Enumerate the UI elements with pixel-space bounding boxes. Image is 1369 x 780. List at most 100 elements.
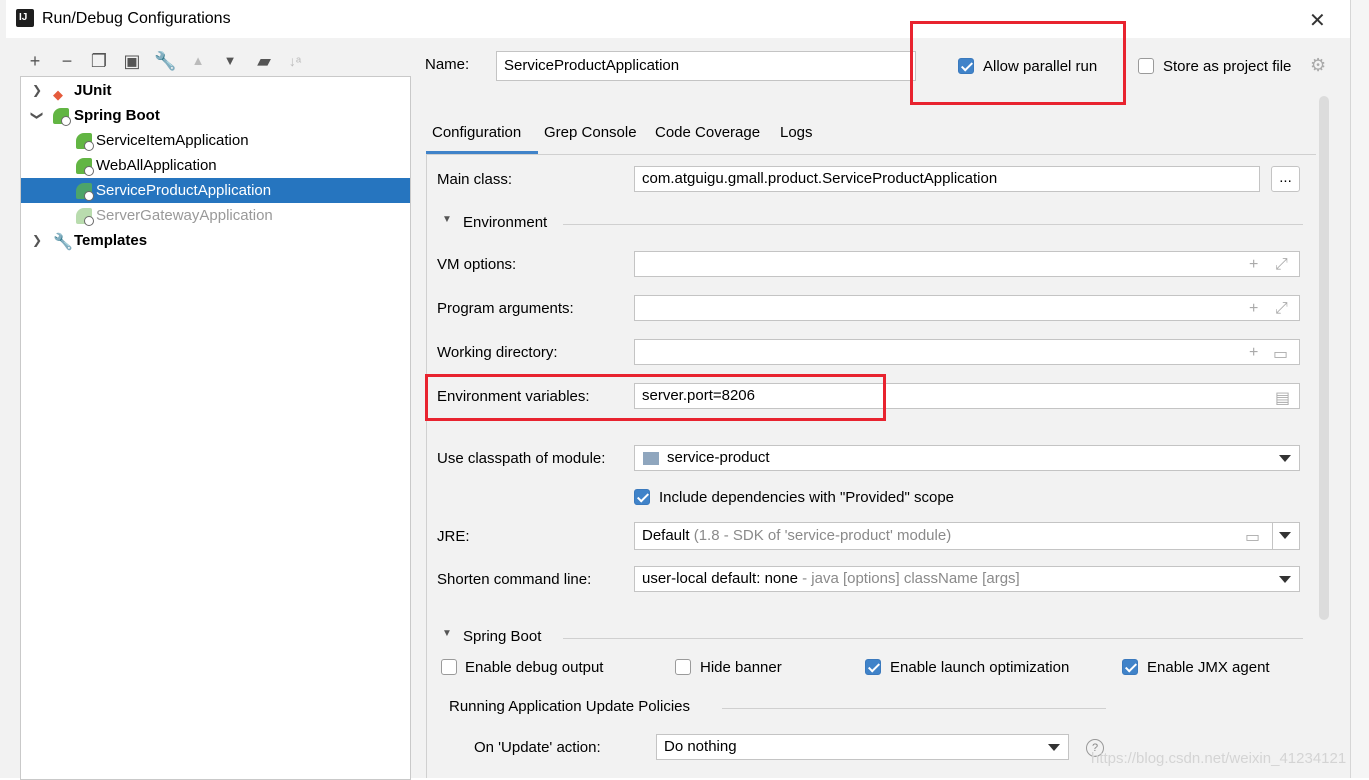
tab-configuration[interactable]: Configuration — [432, 124, 521, 141]
tree-item-label: Templates — [74, 232, 148, 249]
chevron-right-icon[interactable]: ❯ — [31, 78, 43, 103]
junit-icon: ◆ — [53, 87, 63, 102]
edit-list-icon[interactable]: ▤ — [1275, 388, 1290, 408]
on-update-value: Do nothing — [664, 738, 737, 755]
remove-icon[interactable]: − — [56, 50, 78, 72]
tree-item-service-product[interactable]: ServiceProductApplication — [21, 178, 410, 203]
store-project-label: Store as project file — [1163, 58, 1292, 75]
chevron-down-icon[interactable]: ❯ — [25, 110, 50, 122]
classpath-module-value: service-product — [667, 449, 770, 466]
browse-button[interactable]: ... — [1271, 166, 1300, 192]
spring-boot-icon — [76, 158, 94, 176]
jre-select[interactable]: Default (1.8 - SDK of 'service-product' … — [634, 522, 1300, 550]
store-project-checkbox[interactable] — [1138, 58, 1154, 74]
chevron-right-icon[interactable]: ❯ — [31, 228, 43, 253]
run-debug-dialog: IJ Run/Debug Configurations ✕ + − ❐ ▣ 🔧 … — [6, 0, 1350, 780]
tree-item-service-item[interactable]: ServiceItemApplication — [21, 128, 410, 153]
save-icon[interactable]: ▣ — [121, 50, 143, 72]
on-update-label: On 'Update' action: — [474, 739, 601, 756]
classpath-module-select[interactable]: service-product — [634, 445, 1300, 471]
spring-boot-icon — [53, 108, 71, 126]
plus-icon[interactable]: + — [1249, 300, 1258, 318]
tree-item-web-all[interactable]: WebAllApplication — [21, 153, 410, 178]
add-icon[interactable]: + — [24, 50, 46, 72]
expand-icon[interactable]: ⤢ — [1275, 300, 1288, 318]
chevron-down-icon[interactable] — [1279, 455, 1291, 462]
tab-grep-console[interactable]: Grep Console — [544, 124, 637, 141]
tree-item-templates[interactable]: ❯ 🔧 Templates — [21, 228, 410, 253]
launch-optimization-label: Enable launch optimization — [890, 659, 1070, 676]
debug-output-checkbox[interactable] — [441, 659, 457, 675]
section-divider — [563, 224, 1303, 225]
tree-item-label: WebAllApplication — [96, 157, 217, 174]
scrollbar[interactable] — [1319, 96, 1329, 620]
program-arguments-label: Program arguments: — [437, 300, 574, 317]
tree-item-server-gateway[interactable]: ServerGatewayApplication — [21, 203, 410, 228]
expand-icon[interactable]: ⤢ — [1275, 256, 1288, 274]
environment-section-title: Environment — [463, 214, 548, 231]
tab-code-coverage[interactable]: Code Coverage — [655, 124, 760, 141]
copy-icon[interactable]: ❐ — [88, 50, 110, 72]
spring-boot-icon — [76, 208, 94, 226]
main-class-value: com.atguigu.gmall.product.ServiceProduct… — [642, 170, 998, 187]
jmx-agent-label: Enable JMX agent — [1147, 659, 1270, 676]
folder-icon[interactable]: ▭ — [1245, 527, 1260, 547]
title-bar: IJ Run/Debug Configurations ✕ — [6, 0, 1350, 38]
name-input[interactable]: ServiceProductApplication — [496, 51, 916, 81]
on-update-select[interactable]: Do nothing — [656, 734, 1069, 760]
working-directory-input[interactable]: + ▭ — [634, 339, 1300, 365]
spring-boot-section-title: Spring Boot — [463, 628, 542, 645]
move-up-icon[interactable]: ▲ — [187, 50, 209, 72]
tab-logs[interactable]: Logs — [780, 124, 813, 141]
main-class-input[interactable]: com.atguigu.gmall.product.ServiceProduct… — [634, 166, 1260, 192]
tree-item-spring-boot[interactable]: ❯ Spring Boot — [21, 103, 410, 128]
shorten-command-select[interactable]: user-local default: none - java [options… — [634, 566, 1300, 592]
chevron-down-icon[interactable] — [1048, 744, 1060, 751]
hide-banner-checkbox[interactable] — [675, 659, 691, 675]
wrench-icon[interactable]: 🔧 — [154, 50, 176, 72]
module-icon — [643, 452, 659, 465]
shorten-detail: - java [options] className [args] — [802, 570, 1020, 587]
tree-item-label: Spring Boot — [74, 107, 160, 124]
vm-options-input[interactable]: + ⤢ — [634, 251, 1300, 277]
wrench-icon: 🔧 — [53, 234, 73, 251]
program-arguments-input[interactable]: + ⤢ — [634, 295, 1300, 321]
jre-label: JRE: — [437, 528, 470, 545]
classpath-label: Use classpath of module: — [437, 450, 606, 467]
window-title: Run/Debug Configurations — [42, 10, 231, 27]
watermark: https://blog.csdn.net/weixin_41234121 — [1091, 750, 1347, 767]
move-down-icon[interactable]: ▼ — [219, 50, 241, 72]
name-label: Name: — [425, 56, 470, 73]
gear-icon[interactable]: ⚙ — [1310, 55, 1326, 76]
plus-icon[interactable]: + — [1249, 256, 1258, 274]
jre-value-text: Default — [642, 527, 690, 544]
tree-item-junit[interactable]: ❯ ◆ JUnit — [21, 78, 410, 103]
jmx-agent-checkbox[interactable] — [1122, 659, 1138, 675]
shorten-command-value: user-local default: none - java [options… — [642, 570, 1020, 587]
folder-icon[interactable]: ▭ — [1273, 344, 1288, 364]
include-deps-label: Include dependencies with "Provided" sco… — [659, 489, 955, 506]
sort-icon[interactable]: ↓ᵃ — [284, 50, 306, 72]
spring-boot-icon — [76, 133, 94, 151]
divider — [1272, 523, 1273, 549]
intellij-app-icon: IJ — [13, 6, 37, 30]
highlight-box-env — [425, 374, 886, 421]
debug-output-label: Enable debug output — [465, 659, 604, 676]
include-deps-checkbox[interactable] — [634, 489, 650, 505]
jre-detail: (1.8 - SDK of 'service-product' module) — [693, 527, 952, 544]
collapse-arrow-icon[interactable]: ▼ — [442, 214, 452, 225]
tree-item-label: JUnit — [74, 82, 112, 99]
jre-value: Default (1.8 - SDK of 'service-product' … — [642, 527, 951, 544]
chevron-down-icon[interactable] — [1279, 532, 1291, 539]
close-icon[interactable]: ✕ — [1309, 8, 1326, 33]
tab-divider — [426, 154, 1316, 155]
launch-optimization-checkbox[interactable] — [865, 659, 881, 675]
chevron-down-icon[interactable] — [1279, 576, 1291, 583]
working-directory-label: Working directory: — [437, 344, 558, 361]
plus-icon[interactable]: + — [1249, 344, 1258, 362]
collapse-arrow-icon[interactable]: ▼ — [442, 628, 452, 639]
shorten-value-text: user-local default: none — [642, 570, 798, 587]
new-folder-icon[interactable]: ▰ — [253, 50, 275, 72]
tree-item-label: ServiceItemApplication — [96, 132, 249, 149]
highlight-box-parallel — [910, 21, 1126, 105]
